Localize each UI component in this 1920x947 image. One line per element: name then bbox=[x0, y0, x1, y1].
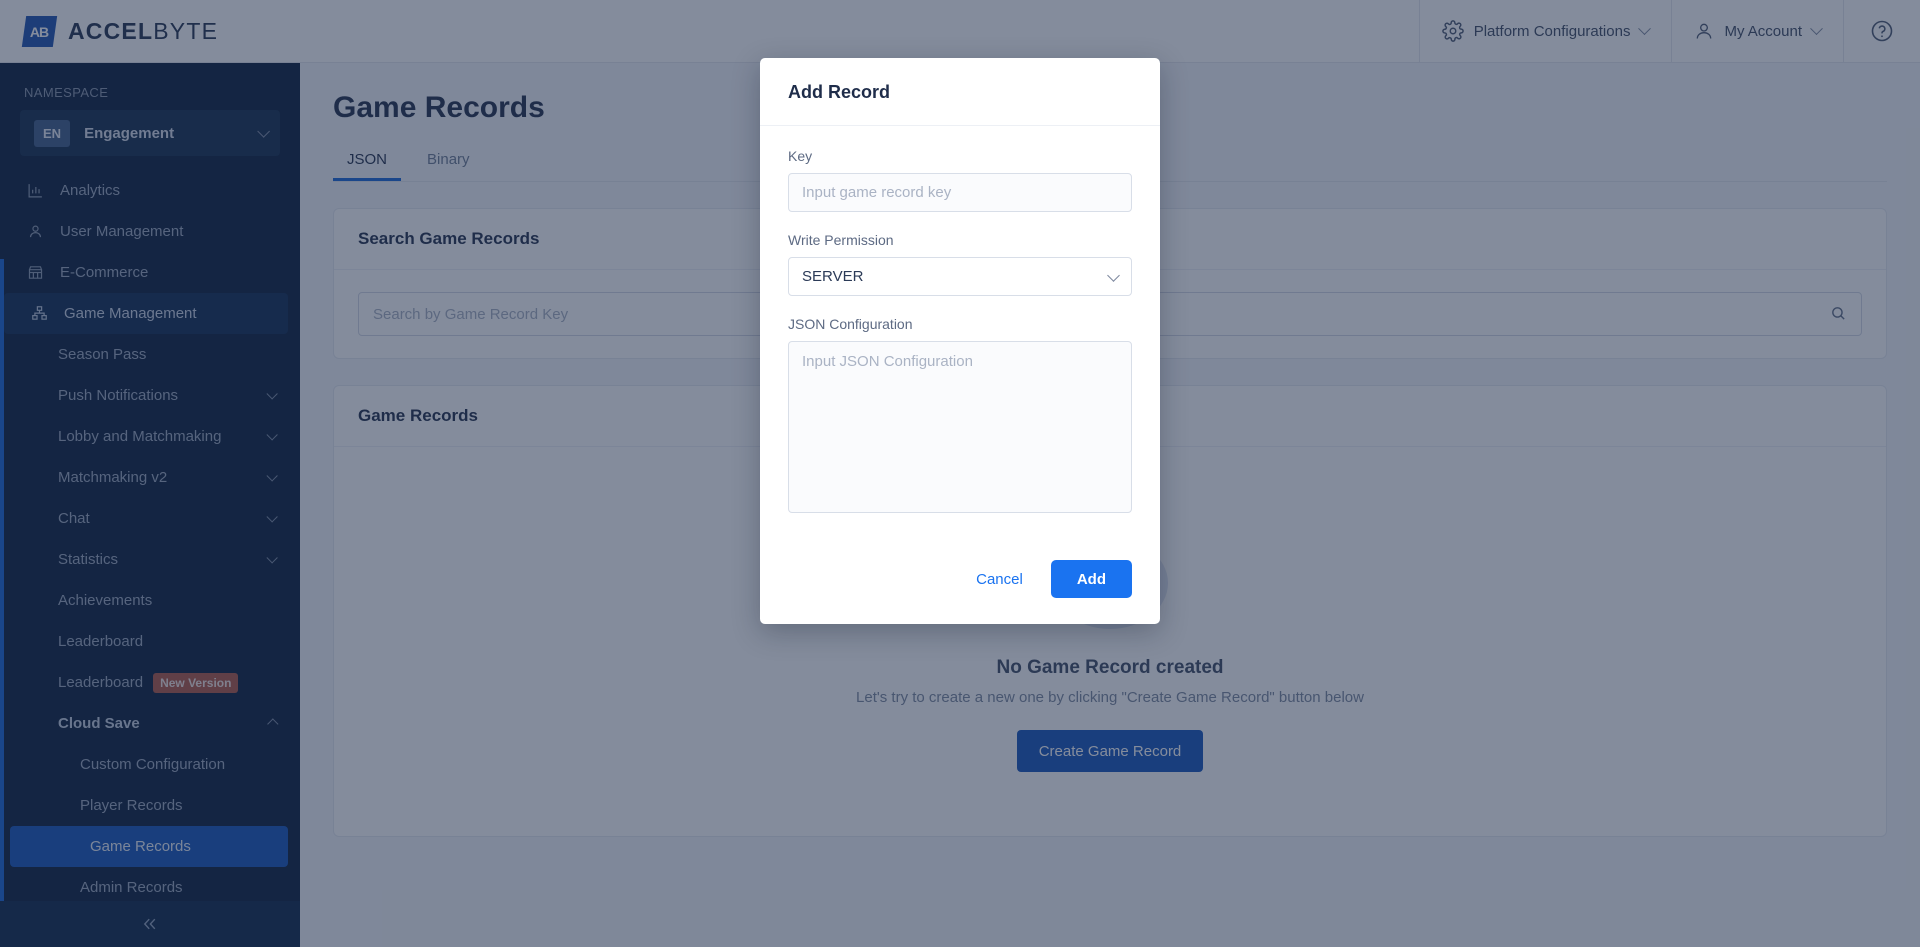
write-permission-select-wrapper: SERVER bbox=[788, 257, 1132, 296]
json-config-field-group: JSON Configuration bbox=[788, 316, 1132, 518]
add-button[interactable]: Add bbox=[1050, 560, 1132, 598]
write-permission-select[interactable]: SERVER bbox=[788, 257, 1132, 296]
key-input[interactable] bbox=[788, 173, 1132, 212]
modal-title: Add Record bbox=[760, 58, 1160, 126]
json-config-textarea[interactable] bbox=[788, 341, 1132, 513]
modal-footer: Cancel Add bbox=[760, 546, 1160, 624]
add-record-modal: Add Record Key Write Permission SERVER J… bbox=[760, 58, 1160, 624]
cancel-button[interactable]: Cancel bbox=[958, 561, 1041, 598]
json-config-label: JSON Configuration bbox=[788, 316, 913, 332]
write-permission-label: Write Permission bbox=[788, 232, 894, 248]
key-field-group: Key bbox=[788, 148, 1132, 212]
app-root: AB ACCELBYTE Platform Configurations bbox=[0, 0, 1920, 947]
key-label: Key bbox=[788, 148, 813, 164]
write-permission-value: SERVER bbox=[802, 268, 864, 285]
write-permission-field-group: Write Permission SERVER bbox=[788, 232, 1132, 296]
modal-body: Key Write Permission SERVER JSON Configu… bbox=[760, 126, 1160, 546]
